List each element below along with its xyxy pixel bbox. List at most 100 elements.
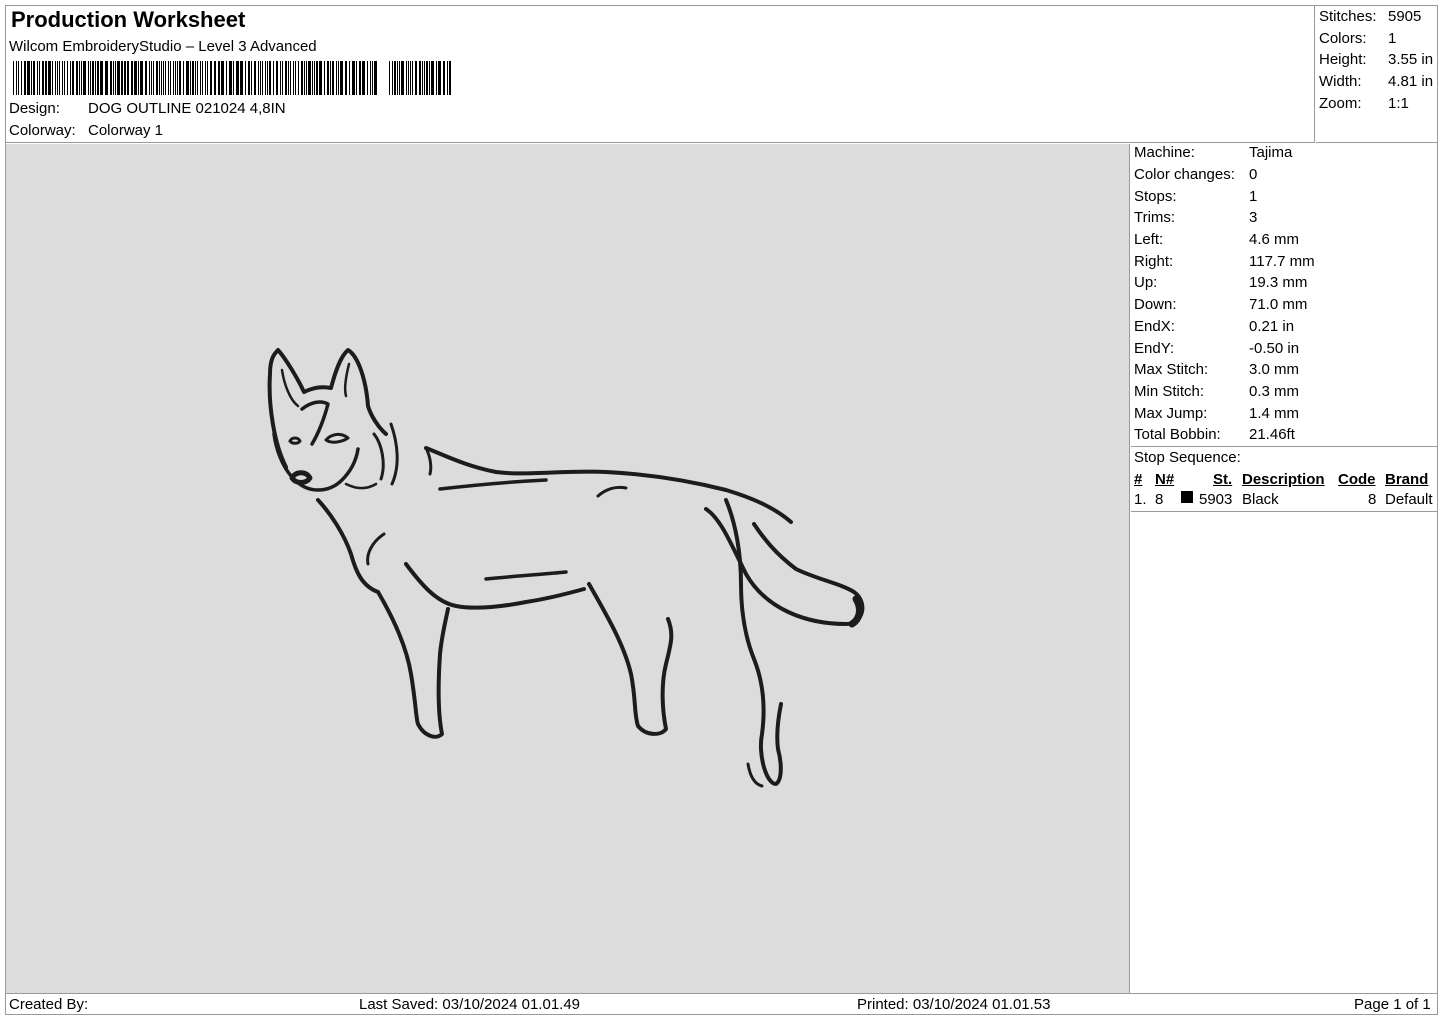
dog-tail-tip (848, 595, 863, 628)
col-header-num: # (1134, 471, 1143, 488)
info-value: 3.0 mm (1249, 361, 1300, 378)
row-brand: Default (1385, 491, 1433, 508)
info-label: Total Bobbin: (1134, 426, 1221, 443)
dog-nose (289, 470, 313, 485)
row-stitches: 5903 (1199, 491, 1233, 508)
col-header-description: Description (1242, 471, 1325, 488)
color-swatch (1181, 491, 1193, 503)
dog-front-leg-inner (366, 532, 386, 566)
info-value: 0.21 in (1249, 318, 1295, 335)
page-title: Production Worksheet (11, 7, 246, 32)
info-value: 3 (1249, 209, 1258, 226)
col-header-stitches: St. (1213, 471, 1233, 488)
info-value: 21.46ft (1249, 426, 1295, 443)
summary-value: 3.55 in (1388, 51, 1434, 68)
dog-front-leg-left (376, 590, 450, 739)
dog-hind-leg-front (587, 582, 674, 736)
summary-label: Stitches: (1319, 8, 1377, 25)
dog-hind-leg-left (746, 762, 764, 788)
summary-row: Height: 3.55 in (1319, 51, 1433, 68)
colorway-value: Colorway 1 (88, 122, 164, 139)
info-row: Max Jump: 1.4 mm (1134, 405, 1299, 422)
row-needle: 8 (1155, 491, 1164, 508)
info-value: 0.3 mm (1249, 383, 1300, 400)
row-num: 1. (1134, 491, 1147, 508)
info-value: 19.3 mm (1249, 274, 1308, 291)
info-label: EndY: (1134, 340, 1175, 357)
colorway-label: Colorway: (9, 122, 76, 139)
info-row: Up: 19.3 mm (1134, 274, 1307, 291)
design-row: Design: DOG OUTLINE 021024 4,8IN (9, 100, 286, 117)
info-value: 1.4 mm (1249, 405, 1300, 422)
summary-row: Width: 4.81 in (1319, 73, 1433, 90)
info-row: Trims: 3 (1134, 209, 1257, 226)
info-row: Left: 4.6 mm (1134, 231, 1299, 248)
info-label: Min Stitch: (1134, 383, 1205, 400)
summary-value: 4.81 in (1388, 73, 1434, 90)
info-label: Right: (1134, 253, 1174, 270)
info-row: EndX: 0.21 in (1134, 318, 1294, 335)
created-by: Created By: (9, 996, 89, 1013)
worksheet-footer: Created By: Last Saved: 03/10/2024 01.01… (5, 993, 1438, 1015)
summary-row: Colors: 1 (1319, 30, 1396, 47)
dog-cheek (344, 482, 378, 490)
summary-label: Width: (1319, 73, 1362, 90)
summary-label: Zoom: (1319, 95, 1362, 112)
info-row: Machine: Tajima (1134, 144, 1292, 161)
summary-value: 1:1 (1388, 95, 1409, 112)
dog-right-ear-inner (343, 362, 351, 398)
worksheet-header: Production Worksheet Wilcom EmbroiderySt… (5, 5, 1315, 143)
dog-belly (404, 562, 586, 610)
info-value: -0.50 in (1249, 340, 1300, 357)
design-value: DOG OUTLINE 021024 4,8IN (88, 100, 286, 117)
summary-row: Stitches: 5905 (1319, 8, 1421, 25)
info-row: Total Bobbin: 21.46ft (1134, 426, 1295, 443)
dog-belly-mark (484, 570, 568, 581)
machine-info-panel: Machine: Tajima Color changes: 0 Stops: 1 T… (1131, 144, 1438, 993)
info-label: Machine: (1134, 144, 1195, 161)
design-preview (6, 144, 1130, 993)
info-value: 4.6 mm (1249, 231, 1300, 248)
dog-back-mark (596, 485, 628, 498)
info-label: Stops: (1134, 188, 1177, 205)
dog-eye-left (288, 436, 302, 445)
dog-neck-ruff (372, 432, 385, 481)
info-row: EndY: -0.50 in (1134, 340, 1299, 357)
page-number: Page 1 of 1 (1354, 996, 1431, 1013)
info-label: Trims: (1134, 209, 1176, 226)
info-row: Color changes: 0 (1134, 166, 1257, 183)
info-label: Left: (1134, 231, 1164, 248)
divider (1131, 446, 1438, 447)
colorway-row: Colorway: Colorway 1 (9, 122, 163, 139)
row-code: 8 (1368, 491, 1377, 508)
dog-neck-line (389, 422, 399, 486)
dog-tail (704, 507, 865, 626)
dog-eye-right (324, 432, 350, 444)
summary-panel: Stitches: 5905 Colors: 1 Height: 3.55 in Wi… (1316, 5, 1438, 143)
info-label: Color changes: (1134, 166, 1235, 183)
info-value: Tajima (1249, 144, 1293, 161)
dog-muzzle (272, 432, 360, 492)
info-label: Max Stitch: (1134, 361, 1209, 378)
info-value: 71.0 mm (1249, 296, 1308, 313)
info-row: Down: 71.0 mm (1134, 296, 1307, 313)
summary-value: 5905 (1388, 8, 1422, 25)
info-value: 1 (1249, 188, 1258, 205)
info-row: Max Stitch: 3.0 mm (1134, 361, 1299, 378)
dog-chest (316, 498, 380, 594)
info-label: Up: (1134, 274, 1158, 291)
stop-sequence-title: Stop Sequence: (1134, 449, 1241, 466)
col-header-brand: Brand (1385, 471, 1429, 488)
dog-forehead-mark (300, 400, 330, 446)
info-value: 117.7 mm (1249, 253, 1315, 270)
summary-row: Zoom: 1:1 (1319, 95, 1409, 112)
printed-date: Printed: 03/10/2024 01.01.53 (857, 996, 1051, 1013)
info-value: 0 (1249, 166, 1258, 183)
dog-neck-mark (424, 446, 433, 476)
info-row: Min Stitch: 0.3 mm (1134, 383, 1299, 400)
barcode (13, 61, 451, 95)
design-label: Design: (9, 100, 60, 117)
info-label: Down: (1134, 296, 1177, 313)
dog-hind-leg-back (724, 498, 783, 786)
row-description: Black (1242, 491, 1279, 508)
